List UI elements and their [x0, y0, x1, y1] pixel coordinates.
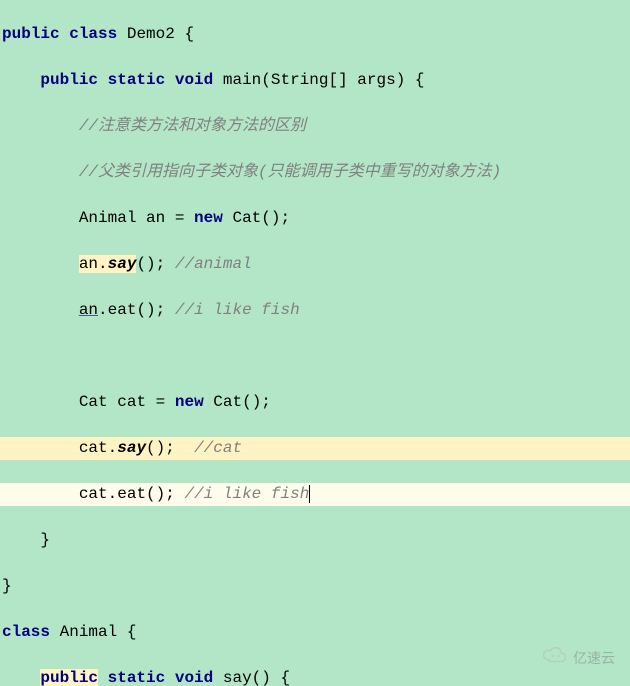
type-name: Animal [79, 209, 137, 227]
keyword: class [69, 25, 117, 43]
call-parens: () [136, 301, 155, 319]
dot: . [98, 301, 108, 319]
dot: . [108, 485, 118, 503]
code-line: cat.say(); //cat [0, 437, 630, 460]
code-line: } [0, 529, 630, 552]
keyword: void [175, 669, 213, 686]
code-line: an.say(); //animal [0, 253, 630, 276]
brace: } [40, 531, 50, 549]
var-name: an [146, 209, 165, 227]
code-line: Animal an = new Cat(); [0, 207, 630, 230]
call-parens: () [252, 669, 271, 686]
code-line: an.eat(); //i like fish [0, 299, 630, 322]
keyword: public [2, 25, 60, 43]
comment: //父类引用指向子类对象(只能调用子类中重写的对象方法) [79, 163, 501, 181]
code-line: //注意类方法和对象方法的区别 [0, 115, 630, 138]
highlight: public [40, 669, 98, 686]
class-name: Demo2 [127, 25, 175, 43]
semicolon: ; [280, 209, 290, 227]
method-call: eat [117, 485, 146, 503]
comment: //i like fish [175, 301, 300, 319]
comment: //注意类方法和对象方法的区别 [79, 117, 306, 135]
type-name: Cat [79, 393, 108, 411]
ctor: Cat() [213, 393, 261, 411]
code-line: //父类引用指向子类对象(只能调用子类中重写的对象方法) [0, 161, 630, 184]
keyword: public [40, 71, 98, 89]
code-line: public static void main(String[] args) { [0, 69, 630, 92]
code-line: public static void say() { [0, 667, 630, 686]
code-line: Cat cat = new Cat(); [0, 391, 630, 414]
var-name: an [79, 301, 98, 319]
comment: //i like fish [184, 485, 310, 503]
op: = [146, 393, 175, 411]
var-name: cat [79, 439, 108, 457]
comment: //animal [175, 255, 252, 273]
method-call: eat [108, 301, 137, 319]
code-line: cat.eat(); //i like fish [0, 483, 630, 506]
ctor: Cat() [232, 209, 280, 227]
code-line: public class Demo2 { [0, 23, 630, 46]
brace: { [280, 669, 290, 686]
underline: an [79, 301, 98, 319]
keyword: static [108, 71, 166, 89]
semicolon: ; [165, 485, 175, 503]
brace: { [415, 71, 425, 89]
method-args: (String[] args) [261, 71, 405, 89]
var-name: cat [117, 393, 146, 411]
code-line: class Animal { [0, 621, 630, 644]
method-name: main [223, 71, 261, 89]
semicolon: ; [165, 439, 175, 457]
method-call: say [108, 255, 137, 273]
dot: . [98, 255, 108, 273]
call-parens: () [136, 255, 155, 273]
var-name: cat [79, 485, 108, 503]
keyword: public [40, 669, 98, 686]
class-name: Animal [60, 623, 118, 641]
keyword: static [108, 669, 166, 686]
keyword: void [175, 71, 213, 89]
code-line: } [0, 575, 630, 598]
method-name: say [223, 669, 252, 686]
brace: { [127, 623, 137, 641]
highlight: an.say [79, 255, 137, 273]
semicolon: ; [156, 255, 166, 273]
keyword: class [2, 623, 50, 641]
semicolon: ; [261, 393, 271, 411]
code-line [0, 345, 630, 368]
var-name: an [79, 255, 98, 273]
call-parens: () [146, 485, 165, 503]
keyword: new [194, 209, 223, 227]
method-call: say [117, 439, 146, 457]
call-parens: () [146, 439, 165, 457]
dot: . [108, 439, 118, 457]
code-block: public class Demo2 { public static void … [0, 0, 630, 686]
brace: { [184, 25, 194, 43]
keyword: new [175, 393, 204, 411]
semicolon: ; [156, 301, 166, 319]
comment: //cat [194, 439, 242, 457]
brace: } [2, 577, 12, 595]
op: = [165, 209, 194, 227]
